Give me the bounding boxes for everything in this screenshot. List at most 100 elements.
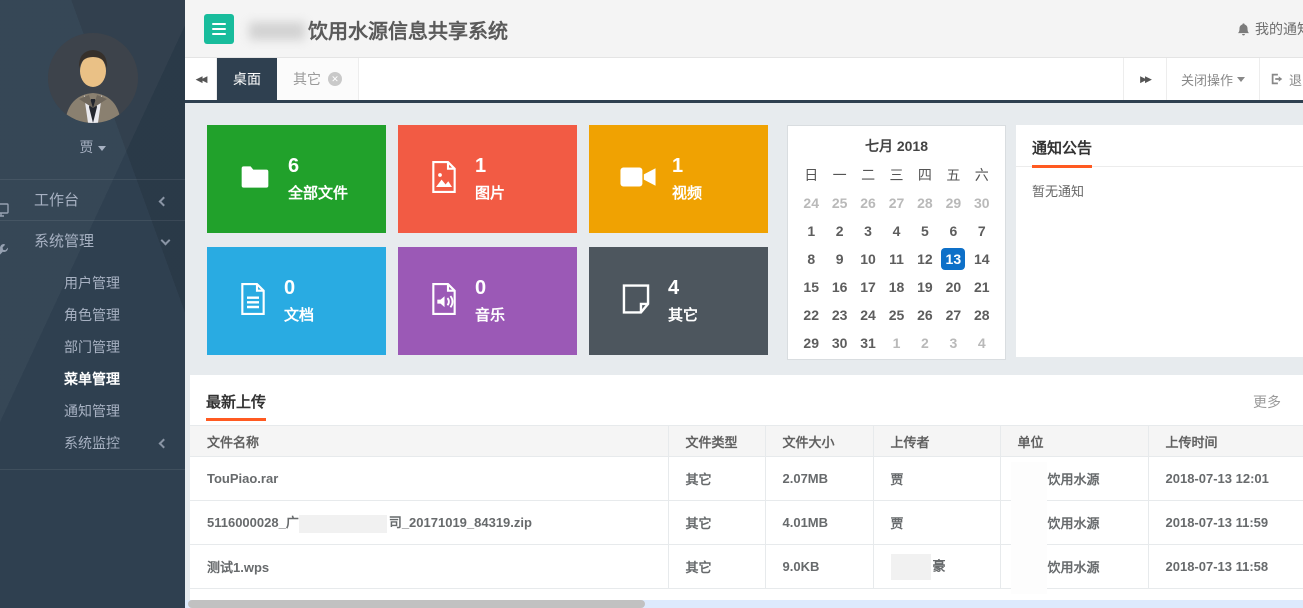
calendar-day[interactable]: 7 — [968, 220, 996, 242]
stat-count: 0 — [475, 277, 505, 299]
calendar-day-selected[interactable]: 13 — [939, 248, 967, 270]
calendar-day[interactable]: 23 — [825, 304, 853, 326]
sidebar-item-label: 工作台 — [34, 192, 79, 209]
tab-label: 桌面 — [233, 69, 261, 89]
tab-desktop[interactable]: 桌面 — [217, 58, 277, 100]
calendar-day[interactable]: 26 — [854, 192, 882, 214]
stat-card-others[interactable]: 4其它 — [589, 247, 768, 355]
horizontal-scrollbar-thumb[interactable] — [188, 600, 645, 608]
calendar-day[interactable]: 8 — [797, 248, 825, 270]
hamburger-menu-button[interactable] — [204, 14, 234, 44]
calendar-day[interactable]: 20 — [939, 276, 967, 298]
calendar-day[interactable]: 4 — [968, 332, 996, 354]
more-uploads-link[interactable]: 更多 — [1253, 392, 1281, 412]
uploads-panel-title: 最新上传 — [206, 391, 266, 412]
stat-label: 全部文件 — [288, 182, 348, 203]
calendar-day[interactable]: 27 — [882, 192, 910, 214]
calendar-day[interactable]: 22 — [797, 304, 825, 326]
sidebar-item-role-mgmt[interactable]: 角色管理 — [0, 299, 185, 331]
calendar-day[interactable]: 21 — [968, 276, 996, 298]
uploads-column-header: 单位 — [1000, 426, 1148, 457]
calendar-day[interactable]: 2 — [911, 332, 939, 354]
sidebar-item-user-mgmt[interactable]: 用户管理 — [0, 267, 185, 299]
uploads-column-header: 文件名称 — [190, 426, 668, 457]
calendar-day[interactable]: 1 — [797, 220, 825, 242]
uploads-table-body: TouPiao.rar其它2.07MB贾饮用水源2018-07-13 12:01… — [190, 457, 1303, 589]
stat-card-music[interactable]: 0音乐 — [398, 247, 577, 355]
calendar-weekday: 日 — [797, 164, 825, 186]
tab-close-icon[interactable]: ✕ — [328, 72, 342, 86]
calendar-day[interactable]: 28 — [911, 192, 939, 214]
stat-card-docs[interactable]: 0文档 — [207, 247, 386, 355]
calendar-day[interactable]: 16 — [825, 276, 853, 298]
calendar-day[interactable]: 19 — [911, 276, 939, 298]
stat-label: 其它 — [668, 304, 698, 325]
video-camera-icon — [619, 162, 657, 197]
stat-count: 0 — [284, 277, 314, 299]
sidebar-item-notice-mgmt[interactable]: 通知管理 — [0, 395, 185, 427]
sidebar-item-label: 系统管理 — [34, 233, 94, 250]
calendar-day[interactable]: 29 — [939, 192, 967, 214]
calendar-day[interactable]: 4 — [882, 220, 910, 242]
calendar-day[interactable]: 25 — [882, 304, 910, 326]
user-avatar-illustration — [48, 33, 138, 123]
sidebar-item-system-mgmt[interactable]: 系统管理 — [0, 221, 185, 263]
calendar-day[interactable]: 10 — [854, 248, 882, 270]
stat-count: 1 — [475, 155, 505, 177]
calendar-weekday: 六 — [968, 164, 996, 186]
calendar-day[interactable]: 15 — [797, 276, 825, 298]
calendar-day[interactable]: 24 — [797, 192, 825, 214]
calendar-day[interactable]: 18 — [882, 276, 910, 298]
calendar-day[interactable]: 1 — [882, 332, 910, 354]
calendar-day[interactable]: 30 — [825, 332, 853, 354]
user-menu[interactable]: 贾 — [0, 137, 185, 157]
tabs-scroll-back-button[interactable]: ◀◀ — [185, 58, 217, 100]
calendar-weekday: 四 — [911, 164, 939, 186]
sidebar: 贾 工作台 系统管理 用户管理角色管理部门管理菜单管理通知管理系统监控 — [0, 0, 185, 608]
tabs-scroll-forward-button[interactable]: ▶▶ — [1123, 58, 1167, 100]
calendar-day[interactable]: 3 — [854, 220, 882, 242]
calendar-day[interactable]: 2 — [825, 220, 853, 242]
sidebar-item-sys-monitor[interactable]: 系统监控 — [0, 427, 185, 459]
sidebar-item-menu-mgmt[interactable]: 菜单管理 — [0, 363, 185, 395]
calendar-day[interactable]: 6 — [939, 220, 967, 242]
calendar-day[interactable]: 28 — [968, 304, 996, 326]
horizontal-scrollbar — [185, 600, 1303, 608]
uploads-title-accent-bar — [206, 418, 266, 421]
my-notifications-link[interactable]: 我的通知 — [1236, 19, 1303, 39]
calendar-day[interactable]: 14 — [968, 248, 996, 270]
table-cell: 2018-07-13 11:58 — [1148, 545, 1303, 589]
calendar-day[interactable]: 26 — [911, 304, 939, 326]
calendar-day[interactable]: 5 — [911, 220, 939, 242]
tab-other[interactable]: 其它 ✕ — [277, 58, 359, 100]
table-cell: 9.0KB — [765, 545, 873, 589]
stat-card-all-files[interactable]: 6全部文件 — [207, 125, 386, 233]
table-cell: TouPiao.rar — [190, 457, 668, 501]
table-cell: 2018-07-13 12:01 — [1148, 457, 1303, 501]
calendar-day[interactable]: 25 — [825, 192, 853, 214]
calendar-day[interactable]: 12 — [911, 248, 939, 270]
calendar-day[interactable]: 30 — [968, 192, 996, 214]
stat-card-images[interactable]: 1图片 — [398, 125, 577, 233]
stat-card-videos[interactable]: 1视频 — [589, 125, 768, 233]
table-cell: 其它 — [668, 457, 765, 501]
calendar-day[interactable]: 27 — [939, 304, 967, 326]
calendar-day[interactable]: 9 — [825, 248, 853, 270]
app-title-text: 饮用水源信息共享系统 — [308, 21, 508, 43]
calendar-day[interactable]: 3 — [939, 332, 967, 354]
calendar-day[interactable]: 11 — [882, 248, 910, 270]
avatar[interactable] — [48, 33, 138, 123]
calendar-day[interactable]: 29 — [797, 332, 825, 354]
close-operations-dropdown[interactable]: 关闭操作 — [1167, 58, 1259, 100]
calendar-day[interactable]: 17 — [854, 276, 882, 298]
tabbar-spacer — [359, 58, 1123, 100]
sidebar-item-dept-mgmt[interactable]: 部门管理 — [0, 331, 185, 363]
close-operations-label: 关闭操作 — [1181, 70, 1233, 89]
calendar-day[interactable]: 31 — [854, 332, 882, 354]
calendar-day[interactable]: 24 — [854, 304, 882, 326]
calendar-month-title: 七月 2018 — [797, 136, 996, 156]
logout-button[interactable]: 退 — [1259, 58, 1303, 100]
sidebar-item-workbench[interactable]: 工作台 — [0, 179, 185, 221]
header: 饮用水源信息共享系统 我的通知 — [185, 0, 1303, 58]
caret-down-icon — [98, 146, 106, 151]
